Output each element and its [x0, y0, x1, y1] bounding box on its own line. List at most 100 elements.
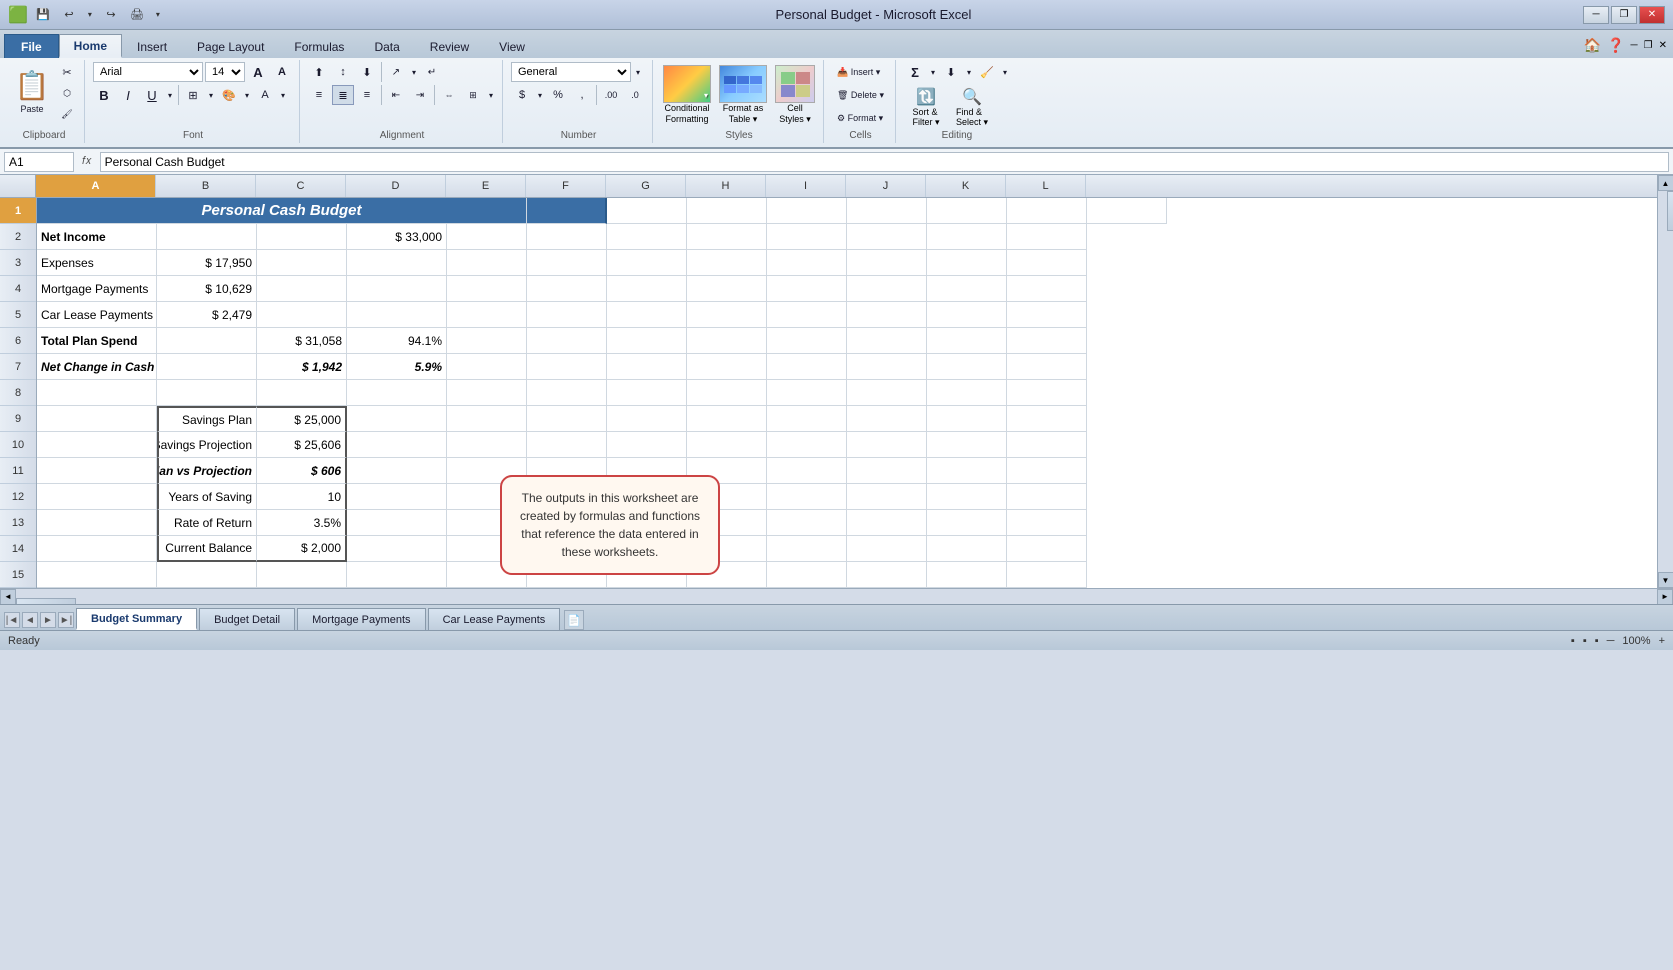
cell-d9[interactable] [347, 406, 447, 432]
col-header-i[interactable]: I [766, 175, 846, 197]
cell-g5[interactable] [607, 302, 687, 328]
cell-i5[interactable] [767, 302, 847, 328]
align-center-btn[interactable]: ≣ [332, 85, 354, 105]
cell-e14[interactable] [447, 536, 527, 562]
cell-c5[interactable] [257, 302, 347, 328]
cell-reference-box[interactable] [4, 152, 74, 172]
zoom-in-btn[interactable]: + [1659, 635, 1665, 647]
cell-d5[interactable] [347, 302, 447, 328]
cell-d4[interactable] [347, 276, 447, 302]
cell-g14[interactable] [607, 536, 687, 562]
col-header-c[interactable]: C [256, 175, 346, 197]
scroll-thumb-v[interactable] [1667, 191, 1673, 231]
cell-c4[interactable] [257, 276, 347, 302]
row-header-1[interactable]: 1 [0, 198, 36, 224]
row-header-10[interactable]: 10 [0, 432, 36, 458]
cell-a11[interactable] [37, 458, 157, 484]
cell-e13[interactable] [447, 510, 527, 536]
cell-i1[interactable] [847, 198, 927, 224]
cell-j7[interactable] [847, 354, 927, 380]
cell-f13[interactable] [527, 510, 607, 536]
cell-k2[interactable] [927, 224, 1007, 250]
cell-j13[interactable] [847, 510, 927, 536]
row-header-15[interactable]: 15 [0, 562, 36, 588]
tab-page-layout[interactable]: Page Layout [182, 34, 279, 58]
cell-g7[interactable] [607, 354, 687, 380]
col-header-a[interactable]: A [36, 175, 156, 197]
cell-b7[interactable] [157, 354, 257, 380]
cell-a5[interactable]: Car Lease Payments [37, 302, 157, 328]
cell-e2[interactable] [447, 224, 527, 250]
tab-review[interactable]: Review [415, 34, 484, 58]
tab-view[interactable]: View [484, 34, 540, 58]
row-header-13[interactable]: 13 [0, 510, 36, 536]
cell-g11[interactable] [607, 458, 687, 484]
cell-i8[interactable] [767, 380, 847, 406]
cell-i9[interactable] [767, 406, 847, 432]
cell-f15[interactable] [527, 562, 607, 588]
sheet-tab-car-lease-payments[interactable]: Car Lease Payments [428, 608, 561, 630]
cell-d3[interactable] [347, 250, 447, 276]
clear-btn[interactable]: 🧹 [976, 62, 998, 82]
tab-home[interactable]: Home [59, 34, 122, 58]
cell-a6[interactable]: Total Plan Spend [37, 328, 157, 354]
cell-c10[interactable]: $ 25,606 [257, 432, 347, 458]
col-header-f[interactable]: F [526, 175, 606, 197]
cell-b3[interactable]: $ 17,950 [157, 250, 257, 276]
increase-decimal-btn[interactable]: .00 [600, 85, 622, 105]
cell-b13[interactable]: Rate of Return [157, 510, 257, 536]
cell-h12[interactable] [687, 484, 767, 510]
cell-i10[interactable] [767, 432, 847, 458]
cell-l7[interactable] [1007, 354, 1087, 380]
vertical-scrollbar[interactable]: ▲ ▼ [1657, 175, 1673, 588]
increase-font-btn[interactable]: A [247, 62, 269, 82]
cell-l11[interactable] [1007, 458, 1087, 484]
cell-f6[interactable] [527, 328, 607, 354]
cell-e3[interactable] [447, 250, 527, 276]
fill-color-dropdown[interactable]: ▾ [242, 85, 252, 105]
cell-d15[interactable] [347, 562, 447, 588]
cell-c14[interactable]: $ 2,000 [257, 536, 347, 562]
cell-f1[interactable] [607, 198, 687, 224]
cell-i15[interactable] [767, 562, 847, 588]
cell-b15[interactable] [157, 562, 257, 588]
cell-j11[interactable] [847, 458, 927, 484]
cell-g9[interactable] [607, 406, 687, 432]
decrease-font-btn[interactable]: A [271, 62, 293, 82]
increase-indent-btn[interactable]: ⇥ [409, 85, 431, 105]
cell-e5[interactable] [447, 302, 527, 328]
cell-d6[interactable]: 94.1% [347, 328, 447, 354]
cell-k3[interactable] [927, 250, 1007, 276]
cell-j5[interactable] [847, 302, 927, 328]
cell-c3[interactable] [257, 250, 347, 276]
cell-f10[interactable] [527, 432, 607, 458]
cell-e4[interactable] [447, 276, 527, 302]
cell-f5[interactable] [527, 302, 607, 328]
cell-c8[interactable] [257, 380, 347, 406]
cell-k4[interactable] [927, 276, 1007, 302]
horizontal-scrollbar[interactable]: ◄ ► [0, 588, 1673, 604]
cell-i14[interactable] [767, 536, 847, 562]
percent-btn[interactable]: % [547, 85, 569, 105]
qa-save-btn[interactable]: 💾 [32, 5, 54, 25]
underline-button[interactable]: U [141, 85, 163, 105]
col-header-l[interactable]: L [1006, 175, 1086, 197]
cell-g2[interactable] [607, 224, 687, 250]
cell-e9[interactable] [447, 406, 527, 432]
cell-h1[interactable] [767, 198, 847, 224]
qa-undo-btn[interactable]: ↩ [58, 5, 80, 25]
cell-b2[interactable] [157, 224, 257, 250]
scroll-right-btn[interactable]: ► [1657, 589, 1673, 605]
cell-l14[interactable] [1007, 536, 1087, 562]
cell-c13[interactable]: 3.5% [257, 510, 347, 536]
cell-k15[interactable] [927, 562, 1007, 588]
cell-j15[interactable] [847, 562, 927, 588]
cell-c15[interactable] [257, 562, 347, 588]
cell-i3[interactable] [767, 250, 847, 276]
qa-more-btn[interactable]: ▾ [152, 5, 164, 25]
ribbon-close-btn[interactable]: ✕ [1657, 38, 1669, 53]
cell-l5[interactable] [1007, 302, 1087, 328]
cell-l2[interactable] [1007, 224, 1087, 250]
cell-e15[interactable] [447, 562, 527, 588]
cell-b14[interactable]: Current Balance [157, 536, 257, 562]
